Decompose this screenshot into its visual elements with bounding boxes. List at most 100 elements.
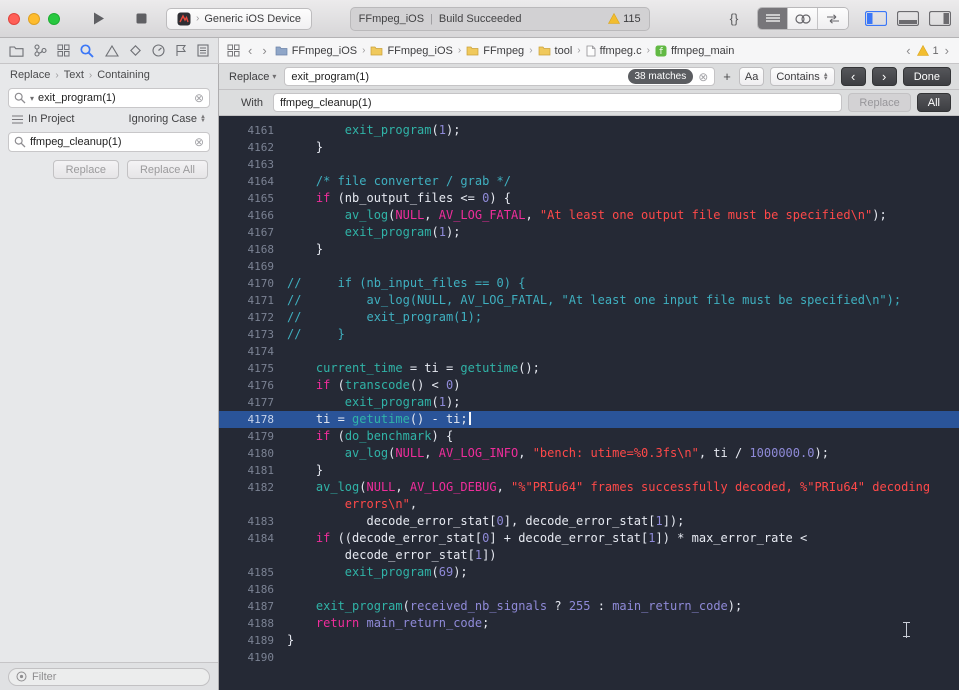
find-search-field[interactable]: ▾ exit_program(1) ⊗: [8, 88, 210, 108]
close-button[interactable]: [8, 12, 20, 25]
code-line[interactable]: 4166 av_log(NULL, AV_LOG_FATAL, "At leas…: [219, 207, 959, 224]
line-number[interactable]: 4178: [219, 411, 287, 428]
line-number[interactable]: 4182: [219, 479, 287, 496]
code-text[interactable]: decode_error_stat[0], decode_error_stat[…: [287, 513, 959, 530]
code-text[interactable]: [287, 156, 959, 173]
scheme-selector[interactable]: › Generic iOS Device: [166, 7, 312, 30]
line-number[interactable]: 4161: [219, 122, 287, 139]
code-text[interactable]: exit_program(received_nb_signals ? 255 :…: [287, 598, 959, 615]
code-text[interactable]: av_log(NULL, AV_LOG_INFO, "bench: utime=…: [287, 445, 959, 462]
line-number[interactable]: [219, 547, 287, 564]
code-text[interactable]: }: [287, 462, 959, 479]
previous-issue-button[interactable]: ‹: [904, 43, 912, 58]
code-line[interactable]: 4180 av_log(NULL, AV_LOG_INFO, "bench: u…: [219, 445, 959, 462]
code-text[interactable]: // }: [287, 326, 959, 343]
line-number[interactable]: 4172: [219, 309, 287, 326]
line-number[interactable]: 4168: [219, 241, 287, 258]
line-number[interactable]: 4187: [219, 598, 287, 615]
code-text[interactable]: // if (nb_input_files == 0) {: [287, 275, 959, 292]
go-forward-button[interactable]: ›: [260, 43, 268, 58]
find-mode-dropdown[interactable]: Replace ▾: [227, 71, 278, 83]
run-button[interactable]: [82, 7, 116, 31]
line-number[interactable]: 4188: [219, 615, 287, 632]
code-line[interactable]: 4186: [219, 581, 959, 598]
code-text[interactable]: if (nb_output_files <= 0) {: [287, 190, 959, 207]
line-number[interactable]: [219, 496, 287, 513]
object-library-button[interactable]: {}: [717, 7, 751, 31]
code-text[interactable]: decode_error_stat[1]): [287, 547, 959, 564]
code-line[interactable]: 4181 }: [219, 462, 959, 479]
stop-button[interactable]: [124, 7, 158, 31]
code-line[interactable]: 4171// av_log(NULL, AV_LOG_FATAL, "At le…: [219, 292, 959, 309]
code-text[interactable]: }: [287, 139, 959, 156]
code-line[interactable]: 4164 /* file converter / grab */: [219, 173, 959, 190]
contains-dropdown[interactable]: Contains ▲ ▼: [770, 67, 835, 86]
code-text[interactable]: exit_program(1);: [287, 122, 959, 139]
code-line[interactable]: 4179 if (do_benchmark) {: [219, 428, 959, 445]
code-line[interactable]: 4185 exit_program(69);: [219, 564, 959, 581]
code-line[interactable]: 4172// exit_program(1);: [219, 309, 959, 326]
line-number[interactable]: 4186: [219, 581, 287, 598]
code-line[interactable]: 4161 exit_program(1);: [219, 122, 959, 139]
scope-match-dropdown[interactable]: Containing: [97, 69, 150, 81]
line-number[interactable]: 4170: [219, 275, 287, 292]
line-number[interactable]: 4167: [219, 224, 287, 241]
replace-with-field-sidebar[interactable]: ffmpeg_cleanup(1) ⊗: [8, 132, 210, 152]
go-back-button[interactable]: ‹: [246, 43, 254, 58]
code-text[interactable]: if (do_benchmark) {: [287, 428, 959, 445]
clear-matches-icon[interactable]: ⊗: [698, 71, 708, 83]
code-text[interactable]: ti = getutime() - ti;: [287, 411, 959, 428]
code-line[interactable]: 4170// if (nb_input_files == 0) {: [219, 275, 959, 292]
scope-mode-dropdown[interactable]: Replace: [10, 69, 50, 81]
code-line[interactable]: 4173// }: [219, 326, 959, 343]
code-text[interactable]: }: [287, 241, 959, 258]
line-number[interactable]: 4171: [219, 292, 287, 309]
code-text[interactable]: [287, 343, 959, 360]
code-line[interactable]: 4168 }: [219, 241, 959, 258]
find-next-button[interactable]: ›: [871, 67, 897, 86]
code-line[interactable]: 4188 return main_return_code;: [219, 615, 959, 632]
warning-count-badge[interactable]: 115: [608, 13, 641, 25]
filter-field[interactable]: Filter: [8, 667, 210, 686]
source-editor[interactable]: 4161 exit_program(1); 4162 } 4163 4164 /* f…: [219, 116, 959, 690]
code-line[interactable]: 4178 ti = getutime() - ti;: [219, 411, 959, 428]
report-navigator-tab[interactable]: [197, 44, 209, 57]
code-line[interactable]: 4177 exit_program(1);: [219, 394, 959, 411]
replace-all-in-editor-button[interactable]: All: [916, 93, 951, 112]
done-button[interactable]: Done: [902, 67, 951, 86]
code-text[interactable]: errors\n",: [287, 496, 959, 513]
code-text[interactable]: [287, 258, 959, 275]
code-line[interactable]: 4162 }: [219, 139, 959, 156]
code-line[interactable]: 4165 if (nb_output_files <= 0) {: [219, 190, 959, 207]
code-line[interactable]: decode_error_stat[1]): [219, 547, 959, 564]
code-line[interactable]: 4176 if (transcode() < 0): [219, 377, 959, 394]
scope-in-project-dropdown[interactable]: In Project: [28, 113, 74, 125]
zoom-button[interactable]: [48, 12, 60, 25]
replace-all-button[interactable]: Replace All: [126, 160, 208, 179]
line-number[interactable]: 4165: [219, 190, 287, 207]
line-number[interactable]: 4183: [219, 513, 287, 530]
scope-type-dropdown[interactable]: Text: [64, 69, 84, 81]
editor-replace-button[interactable]: Replace: [848, 93, 911, 112]
line-number[interactable]: 4176: [219, 377, 287, 394]
symbol-navigator-tab[interactable]: [57, 44, 70, 57]
project-navigator-tab[interactable]: [9, 45, 24, 57]
line-number[interactable]: 4175: [219, 360, 287, 377]
code-text[interactable]: [287, 649, 959, 666]
code-line[interactable]: 4163: [219, 156, 959, 173]
code-line[interactable]: 4183 decode_error_stat[0], decode_error_…: [219, 513, 959, 530]
toggle-debug-area-button[interactable]: [897, 11, 919, 26]
breadcrumb-item-file[interactable]: ffmpeg.c: [586, 45, 642, 57]
issue-navigator-tab[interactable]: [104, 44, 119, 57]
test-navigator-tab[interactable]: [129, 44, 142, 57]
debug-navigator-tab[interactable]: [152, 44, 165, 57]
clear-replace-icon[interactable]: ⊗: [194, 136, 204, 148]
code-text[interactable]: // av_log(NULL, AV_LOG_FATAL, "At least …: [287, 292, 959, 309]
line-number[interactable]: 4163: [219, 156, 287, 173]
code-text[interactable]: av_log(NULL, AV_LOG_DEBUG, "%"PRIu64" fr…: [287, 479, 959, 496]
editor-replace-field[interactable]: ffmpeg_cleanup(1): [273, 93, 843, 112]
line-number[interactable]: 4185: [219, 564, 287, 581]
version-editor-button[interactable]: [818, 8, 848, 29]
code-line[interactable]: errors\n",: [219, 496, 959, 513]
code-text[interactable]: exit_program(1);: [287, 224, 959, 241]
